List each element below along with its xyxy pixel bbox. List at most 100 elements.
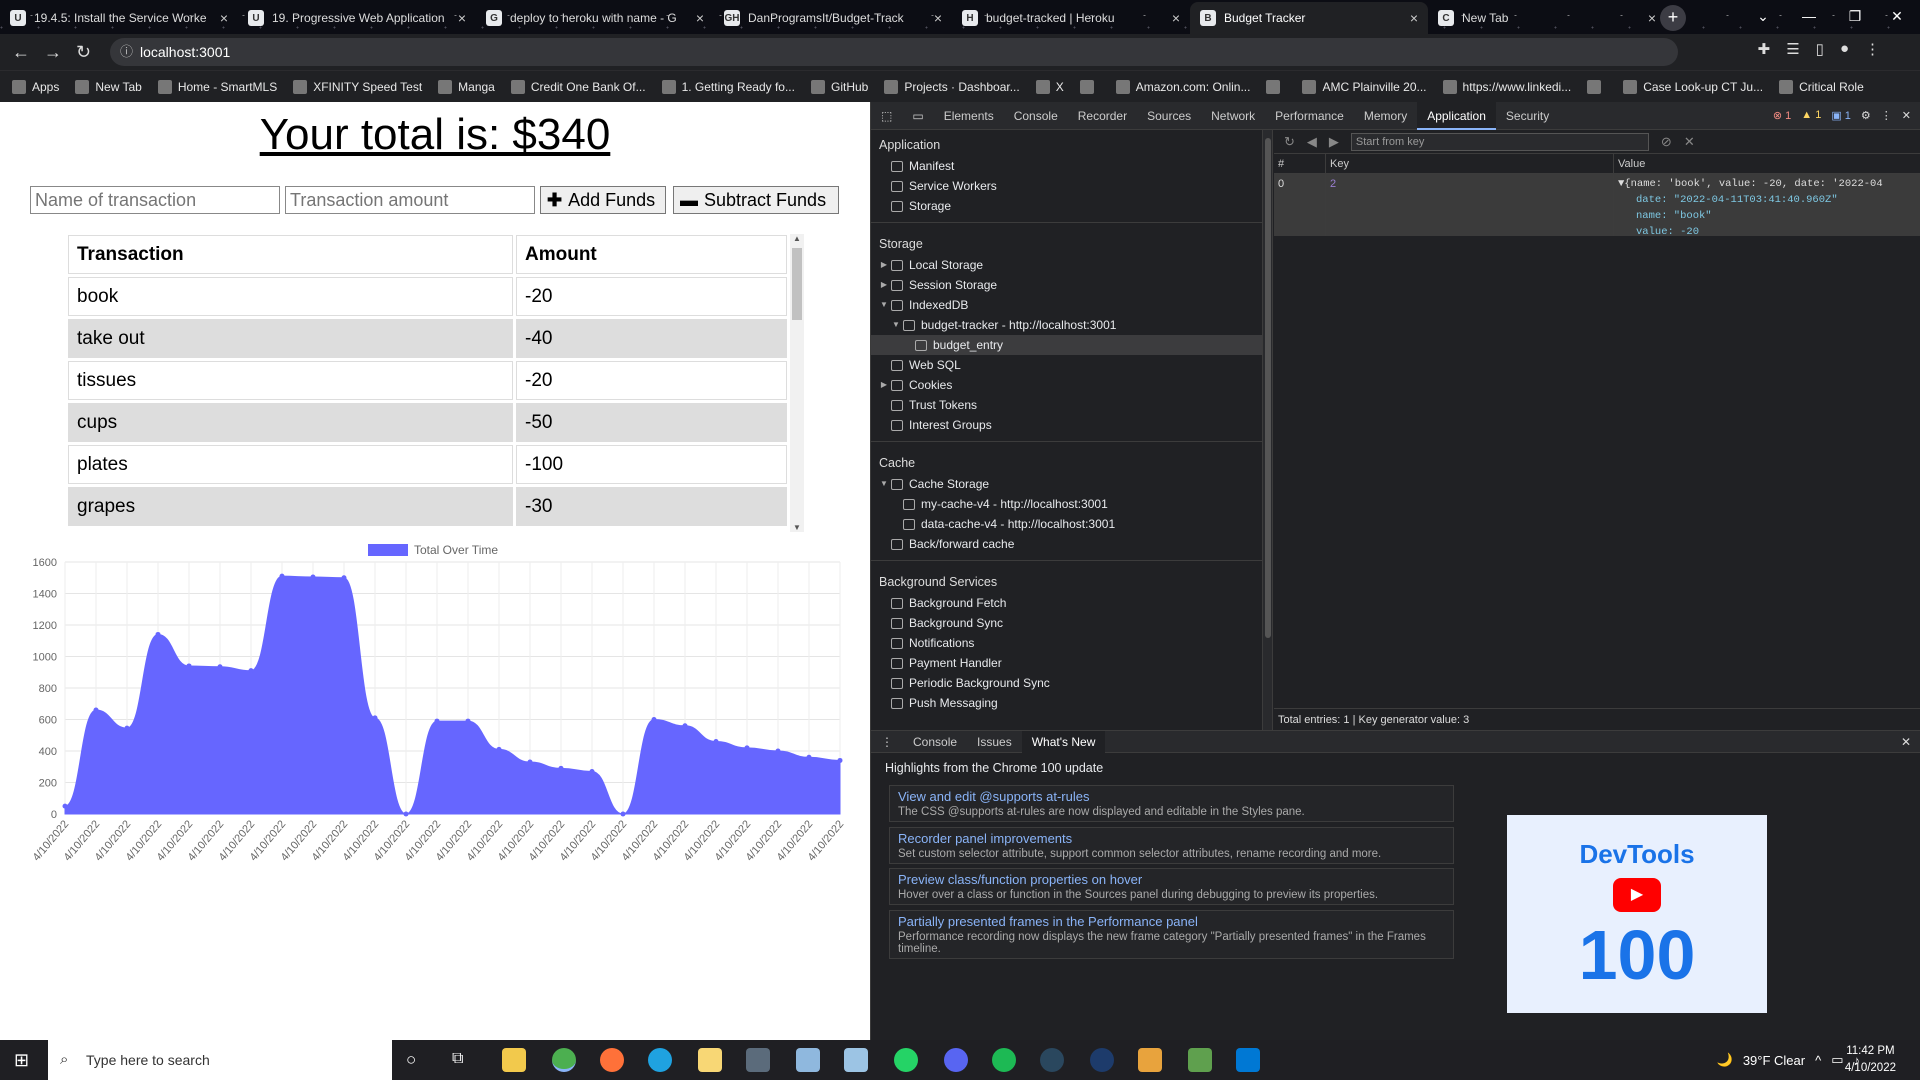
windows-start-icon[interactable]: ⊞ — [14, 1050, 29, 1071]
apps-bookmark[interactable]: Apps — [12, 79, 59, 94]
bookmark-item[interactable]: X — [1035, 79, 1064, 94]
refresh-icon[interactable]: ↻ — [1284, 134, 1295, 150]
tab-close-icon[interactable]: × — [1410, 10, 1418, 26]
bookmark-item[interactable]: GitHub — [810, 79, 868, 94]
firefox-app-icon[interactable] — [600, 1048, 624, 1072]
weather-text[interactable]: 39°F Clear — [1743, 1053, 1805, 1068]
sidebar-item[interactable]: Notifications — [871, 633, 1262, 653]
transaction-amount-input[interactable] — [285, 186, 535, 214]
sidebar-item[interactable]: Periodic Background Sync — [871, 673, 1262, 693]
menu-icon[interactable]: ⋮ — [1865, 40, 1880, 58]
task-view-icon[interactable]: ⧉ — [452, 1050, 463, 1068]
close-devtools-icon[interactable]: ✕ — [1902, 109, 1911, 122]
error-badge[interactable]: ⊗ 1 — [1773, 109, 1791, 122]
tab-close-icon[interactable]: × — [1172, 10, 1180, 26]
sidebar-item[interactable]: ▶ Local Storage — [871, 255, 1262, 275]
card-title[interactable]: Recorder panel improvements — [898, 831, 1445, 846]
transaction-name-input[interactable] — [30, 186, 280, 214]
forward-icon[interactable]: → — [44, 42, 62, 63]
bookmark-item[interactable]: Manga — [438, 79, 495, 94]
calculator-icon[interactable] — [746, 1048, 770, 1072]
profile-avatar[interactable]: ● — [1840, 40, 1849, 58]
extension-icon[interactable]: ✚ — [1758, 40, 1771, 58]
sidebar-item[interactable]: Interest Groups — [871, 415, 1262, 435]
git-app-icon[interactable] — [1138, 1048, 1162, 1072]
tab-search-icon[interactable]: ⌄ — [1740, 0, 1786, 32]
tab-close-icon[interactable]: × — [220, 10, 228, 26]
sidebar-item[interactable]: ▼ IndexedDB — [871, 295, 1262, 315]
browser-tab[interactable]: C New Tab × — [1428, 2, 1666, 34]
minimize-icon[interactable]: — — [1786, 0, 1832, 32]
tab-close-icon[interactable]: × — [458, 10, 466, 26]
whats-new-card[interactable]: Recorder panel improvements Set custom se… — [889, 827, 1454, 864]
devtools-tab-memory[interactable]: Memory — [1354, 102, 1417, 130]
browser-tab[interactable]: U 19.4.5: Install the Service Worke × — [0, 2, 238, 34]
browser-tab[interactable]: U 19. Progressive Web Application × — [238, 2, 476, 34]
cortana-icon[interactable]: ○ — [406, 1050, 416, 1070]
expand-toggle-icon[interactable]: ▶ — [879, 375, 889, 395]
app-icon-2[interactable] — [844, 1048, 868, 1072]
sidepanel-icon[interactable]: ▯ — [1816, 40, 1824, 58]
restore-icon[interactable]: ❐ — [1832, 0, 1878, 32]
bookmark-item[interactable]: Amazon.com: Onlin... — [1115, 79, 1250, 94]
expand-toggle-icon[interactable]: ▼ — [891, 315, 901, 335]
bookmark-item[interactable] — [1079, 79, 1100, 94]
bookmark-item[interactable]: Case Look-up CT Ju... — [1623, 79, 1763, 94]
chrome-app-icon[interactable] — [552, 1048, 576, 1072]
bookmark-item[interactable]: https://www.linkedi... — [1442, 79, 1571, 94]
browser-tab[interactable]: B Budget Tracker × — [1190, 2, 1428, 34]
weather-icon[interactable]: 🌙 — [1717, 1052, 1733, 1068]
devtools-tab-application[interactable]: Application — [1417, 101, 1496, 130]
tab-close-icon[interactable]: × — [934, 10, 942, 26]
devtools-100-promo[interactable]: DevTools ▶ 100 — [1507, 815, 1767, 1013]
new-tab-button[interactable]: + — [1660, 5, 1686, 31]
discord-icon[interactable] — [944, 1048, 968, 1072]
sidebar-item[interactable]: ▼ Cache Storage — [871, 474, 1262, 494]
bookmark-item[interactable] — [1587, 79, 1607, 94]
message-badge[interactable]: ▣ 1 — [1831, 109, 1851, 122]
inspect-icon[interactable]: ⬚ — [871, 102, 902, 130]
devtools-tab-security[interactable]: Security — [1496, 102, 1559, 130]
prev-page-icon[interactable]: ◀ — [1307, 134, 1317, 150]
expand-toggle-icon[interactable]: ▶ — [879, 275, 889, 295]
bookmark-item[interactable] — [1266, 79, 1286, 94]
sidebar-item[interactable]: ▶ Session Storage — [871, 275, 1262, 295]
network-icon[interactable]: ▭ — [1831, 1052, 1843, 1068]
db-entry-row[interactable]: 0 2 ▼{name: 'book', value: -20, date: '2… — [1274, 174, 1920, 236]
bookmark-item[interactable]: 1. Getting Ready fo... — [661, 79, 795, 94]
node-icon[interactable] — [1188, 1048, 1212, 1072]
card-title[interactable]: Preview class/function properties on hov… — [898, 872, 1445, 887]
start-from-key-input[interactable]: Start from key — [1350, 132, 1649, 151]
app-icon[interactable] — [796, 1048, 820, 1072]
sidebar-item[interactable]: my-cache-v4 - http://localhost:3001 — [871, 494, 1262, 514]
back-icon[interactable]: ← — [12, 42, 30, 63]
add-funds-button[interactable]: ✚ Add Funds — [540, 186, 666, 214]
browser-tab[interactable]: Gdeploy to heroku with name - G × — [476, 2, 714, 34]
whats-new-card[interactable]: View and edit @supports at-rules The CSS … — [889, 785, 1454, 822]
card-title[interactable]: View and edit @supports at-rules — [898, 789, 1445, 804]
bookmark-item[interactable]: Critical Role — [1779, 79, 1864, 94]
clear-icon[interactable]: ⊘ — [1661, 134, 1672, 150]
whatsapp-icon[interactable] — [894, 1048, 918, 1072]
close-window-icon[interactable]: ✕ — [1874, 0, 1920, 32]
whats-new-card[interactable]: Preview class/function properties on hov… — [889, 868, 1454, 905]
sidebar-item[interactable]: budget_entry — [871, 335, 1262, 355]
close-drawer-icon[interactable]: ✕ — [1901, 735, 1920, 749]
sidebar-item[interactable]: Storage — [871, 196, 1262, 216]
sidebar-item[interactable]: Background Sync — [871, 613, 1262, 633]
drawer-tab[interactable]: Issues — [967, 731, 1022, 753]
subtract-funds-button[interactable]: ▬ Subtract Funds — [673, 186, 839, 214]
sidebar-item[interactable]: Trust Tokens — [871, 395, 1262, 415]
table-scrollbar[interactable]: ▼ ▲ — [790, 234, 804, 532]
whats-new-card[interactable]: Partially presented frames in the Perfor… — [889, 910, 1454, 959]
taskbar-search[interactable]: ⌕ Type here to search — [48, 1040, 392, 1080]
expand-toggle-icon[interactable]: ▶ — [879, 255, 889, 275]
next-page-icon[interactable]: ▶ — [1329, 134, 1339, 150]
bookmark-item[interactable]: Projects · Dashboar... — [884, 79, 1020, 94]
tab-close-icon[interactable]: × — [696, 10, 704, 26]
bookmark-item[interactable]: New Tab — [75, 79, 142, 94]
sidebar-item[interactable]: Manifest — [871, 156, 1262, 176]
devtools-tab-elements[interactable]: Elements — [934, 102, 1004, 130]
devtools-tab-sources[interactable]: Sources — [1137, 102, 1201, 130]
browser-tab[interactable]: GH DanProgramsIt/Budget-Track × — [714, 2, 952, 34]
